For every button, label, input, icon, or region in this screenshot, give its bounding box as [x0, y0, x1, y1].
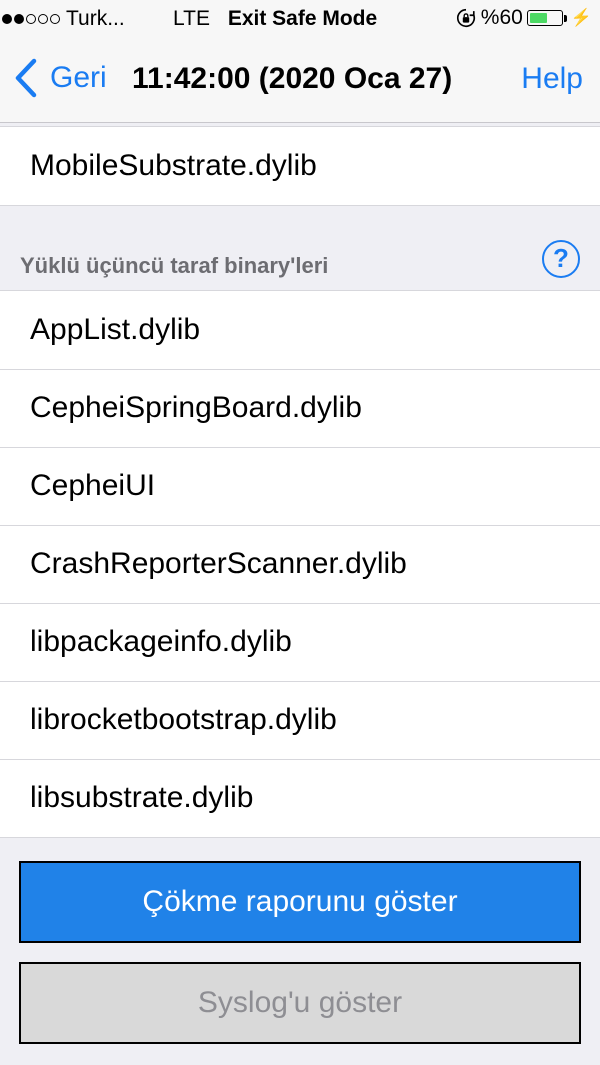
carrier-name: Turk... [66, 7, 125, 30]
back-label: Geri [50, 61, 107, 94]
page-title: 11:42:00 (2020 Oca 27) [132, 62, 453, 95]
list-item[interactable]: AppList.dylib [0, 291, 600, 369]
list-item[interactable]: CepheiSpringBoard.dylib [0, 369, 600, 447]
battery-icon [526, 10, 563, 26]
status-bar: Turk... LTE Exit Safe Mode %60 ⚡ [0, 0, 600, 38]
battery-level [529, 13, 548, 23]
network-type: LTE [173, 7, 210, 30]
show-crash-report-button[interactable]: Çökme raporunu göster [19, 861, 581, 943]
rotation-lock-icon [456, 8, 475, 28]
third-party-binaries-list: AppList.dylib CepheiSpringBoard.dylib Ce… [0, 290, 600, 838]
list-item[interactable]: CepheiUI [0, 447, 600, 525]
section-header: Yüklü üçüncü taraf binary'leri [20, 253, 329, 278]
list-item[interactable]: libpackageinfo.dylib [0, 603, 600, 681]
list-item[interactable]: libsubstrate.dylib [0, 759, 600, 837]
show-syslog-button[interactable]: Syslog'u göster [19, 962, 581, 1044]
charging-icon: ⚡ [570, 8, 592, 27]
top-list-group: MobileSubstrate.dylib [0, 126, 600, 206]
list-item[interactable]: MobileSubstrate.dylib [0, 127, 600, 205]
safe-mode-label[interactable]: Exit Safe Mode [228, 7, 377, 30]
battery-cap [563, 14, 567, 22]
back-button[interactable]: Geri [14, 58, 107, 98]
carrier-info: Turk... [2, 7, 125, 31]
navigation-bar: Geri 11:42:00 (2020 Oca 27) Help [0, 38, 600, 123]
signal-strength-icon [2, 14, 60, 24]
question-circle-icon[interactable]: ? [542, 240, 580, 278]
chevron-left-icon [15, 58, 37, 98]
list-item[interactable]: CrashReporterScanner.dylib [0, 525, 600, 603]
help-button[interactable]: Help [521, 62, 583, 96]
battery-percent: %60 [480, 6, 523, 29]
status-center: LTE Exit Safe Mode [173, 7, 377, 31]
list-item[interactable]: librocketbootstrap.dylib [0, 681, 600, 759]
status-right: %60 ⚡ [455, 6, 592, 30]
